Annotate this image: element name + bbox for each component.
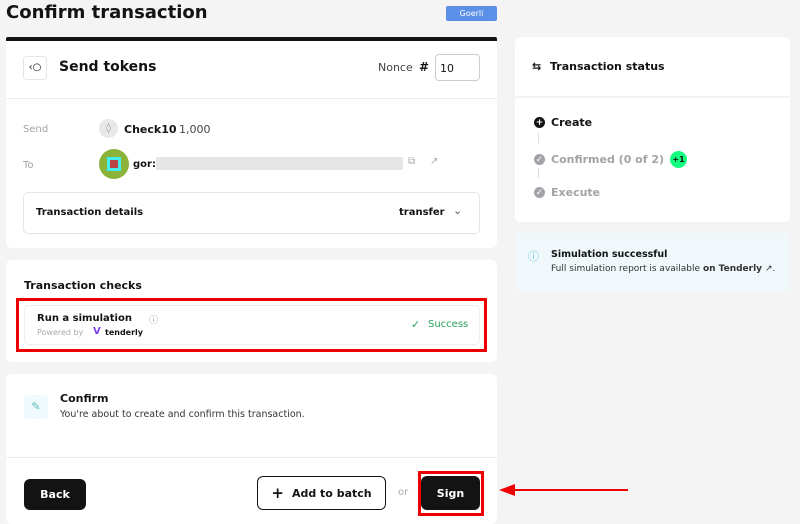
notice-text: Full simulation report is available on T… xyxy=(551,264,775,274)
add-to-batch-label: Add to batch xyxy=(291,486,372,500)
copy-icon[interactable]: ⧉ xyxy=(408,156,415,167)
check-circle-icon: ✓ xyxy=(534,187,545,198)
step-confirmed: ✓ Confirmed (0 of 2) +1 xyxy=(534,151,688,168)
info-icon: ⓘ xyxy=(528,250,539,263)
checks-title: Transaction checks xyxy=(24,279,142,292)
simulation-notice: ⓘ Simulation successful Full simulation … xyxy=(515,233,790,292)
notice-body: Full simulation report is available xyxy=(551,264,701,274)
external-link-icon[interactable]: ↗ xyxy=(430,156,438,167)
nonce-input[interactable]: 10 xyxy=(435,54,480,81)
check-circle-icon: ✓ xyxy=(534,154,545,165)
to-label: To xyxy=(23,160,34,171)
step-create: + Create xyxy=(534,116,592,129)
step-connector xyxy=(538,133,539,143)
status-icon: ⇆ xyxy=(532,60,542,73)
add-to-batch-button[interactable]: + Add to batch xyxy=(257,476,386,510)
send-tokens-icon: ‹○ xyxy=(23,56,47,80)
confirm-description: You're about to create and confirm this … xyxy=(60,409,305,420)
nonce-hash: # xyxy=(419,60,430,74)
or-label: or xyxy=(398,487,409,498)
status-title: Transaction status xyxy=(550,60,665,73)
arrow-line xyxy=(512,489,628,491)
address-redacted xyxy=(156,157,403,170)
page-title: Confirm transaction xyxy=(6,2,208,23)
network-badge: Goerli xyxy=(446,6,497,21)
tenderly-link[interactable]: on Tenderly xyxy=(703,264,762,274)
details-label: Transaction details xyxy=(36,207,144,218)
recipient-avatar xyxy=(99,149,129,179)
plus-icon: + xyxy=(271,484,284,502)
eth-token-icon: ◊ xyxy=(99,119,118,138)
chevron-down-icon: ⌄ xyxy=(453,204,463,217)
step-label: Confirmed (0 of 2) xyxy=(551,153,665,166)
confirmations-badge: +1 xyxy=(670,151,688,168)
divider xyxy=(6,457,497,458)
details-method: transfer xyxy=(399,207,445,218)
notice-title: Simulation successful xyxy=(551,249,668,260)
token-amount: 1,000 xyxy=(179,123,211,136)
highlight-box-sign xyxy=(418,471,484,516)
step-label: Execute xyxy=(551,186,601,199)
back-button[interactable]: Back xyxy=(24,479,86,510)
address-prefix: gor: xyxy=(133,159,156,170)
confirm-title: Confirm xyxy=(60,392,109,405)
card-title: Send tokens xyxy=(59,59,157,75)
token-name: Check10 xyxy=(124,123,177,136)
arrow-head-icon xyxy=(499,484,515,496)
highlight-box-simulation xyxy=(16,298,487,352)
step-label: Create xyxy=(551,116,593,129)
send-tokens-card: ‹○ Send tokens Nonce # 10 Send ◊ Check10… xyxy=(6,37,497,248)
plus-circle-icon: + xyxy=(534,117,545,128)
divider xyxy=(515,96,790,98)
send-label: Send xyxy=(23,124,49,135)
pencil-icon: ✎ xyxy=(24,395,48,419)
divider xyxy=(6,98,497,99)
step-connector xyxy=(538,168,539,178)
nonce-label: Nonce xyxy=(378,61,413,74)
transaction-details-accordion[interactable]: Transaction details transfer ⌄ xyxy=(23,192,480,234)
step-execute: ✓ Execute xyxy=(534,186,600,199)
notice-suffix: . xyxy=(772,264,776,274)
